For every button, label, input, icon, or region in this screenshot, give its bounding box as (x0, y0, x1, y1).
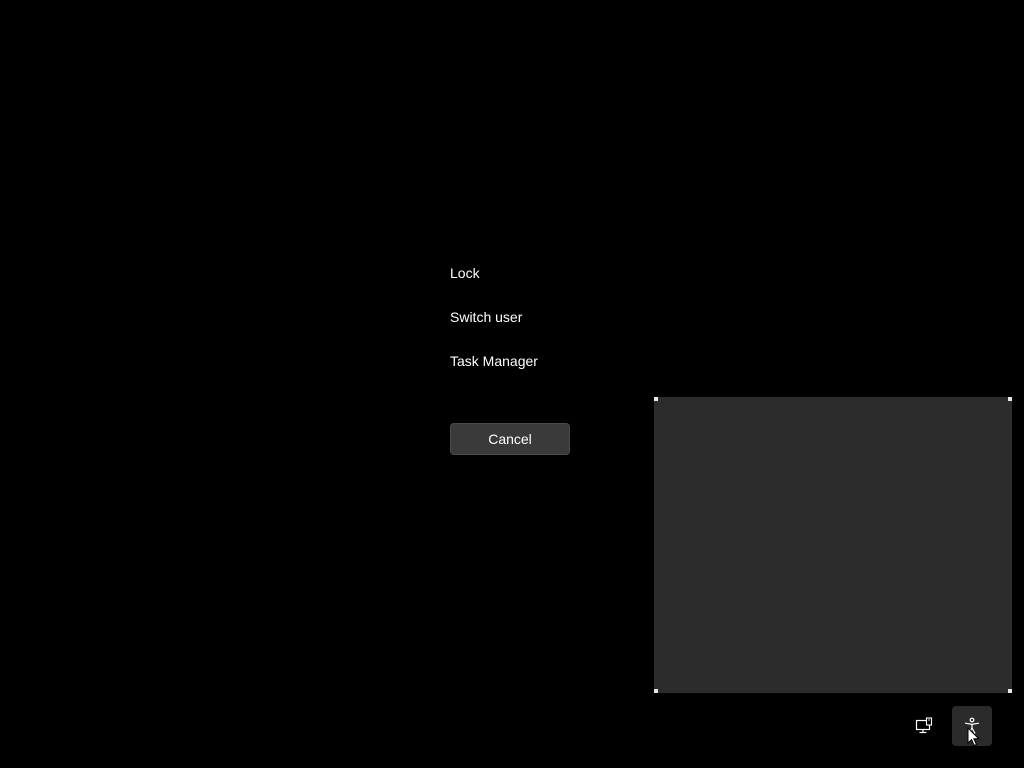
network-icon (915, 717, 933, 734)
panel-corner-top-right (1008, 397, 1012, 401)
security-screen: Lock Switch user Task Manager Cancel (0, 0, 1024, 768)
accessibility-flyout-panel (654, 397, 1012, 693)
panel-corner-bottom-left (654, 689, 658, 693)
accessibility-icon (964, 717, 980, 734)
switch-user-link[interactable]: Switch user (450, 308, 522, 326)
panel-corner-bottom-right (1008, 689, 1012, 693)
accessibility-button[interactable] (952, 706, 992, 746)
network-button[interactable] (904, 706, 944, 746)
panel-corner-top-left (654, 397, 658, 401)
task-manager-link[interactable]: Task Manager (450, 352, 538, 370)
cancel-button[interactable]: Cancel (450, 423, 570, 455)
lock-link[interactable]: Lock (450, 264, 480, 282)
